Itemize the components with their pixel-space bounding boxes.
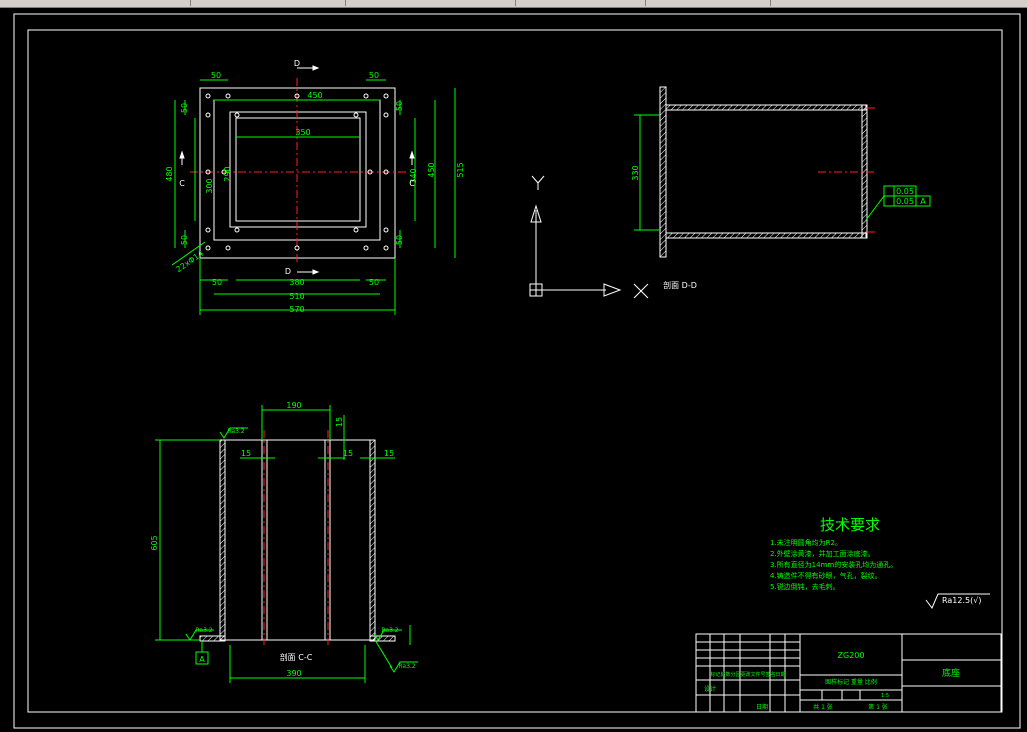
tolerance-parallel: 0.05	[896, 197, 914, 206]
title-drawing-no: ZG200	[838, 651, 865, 660]
dim-left-50-bot: 50	[180, 235, 189, 245]
toolbar-segment[interactable]	[515, 0, 646, 6]
section-d-bottom-wall	[665, 232, 867, 239]
section-d-flange	[659, 86, 667, 258]
dim-top-50-right: 50	[369, 71, 379, 80]
section-d-top-wall	[665, 104, 867, 111]
dim-15-b: 15	[343, 449, 353, 458]
roughness-4: Ra3.2	[398, 663, 415, 670]
dim-left-300: 300	[205, 178, 214, 193]
dim-right-50-bot: 50	[395, 235, 404, 245]
title-design: 设计	[704, 685, 716, 693]
section-mark-bottom: D	[285, 267, 291, 276]
title-date: 日期	[756, 703, 768, 711]
title-sheet-right: 第 1 张	[868, 703, 888, 711]
dim-bot-50-right: 50	[369, 278, 379, 287]
dim-bot-380: 380	[289, 278, 304, 287]
dim-bot-50-left: 50	[212, 278, 222, 287]
roughness-1: Ra3.2	[227, 428, 244, 435]
section-d-label: 剖面 D-D	[663, 280, 697, 290]
title-scale-header: 图样标记 重量 比例	[825, 678, 877, 686]
dim-330: 330	[631, 165, 640, 180]
section-c-left-wall	[219, 439, 226, 641]
section-mark-left: C	[179, 179, 185, 188]
drawing-outer-frame	[13, 13, 1021, 729]
toolbar-segment[interactable]	[190, 0, 346, 6]
dim-right-515: 515	[456, 162, 465, 177]
ucs-icon	[529, 175, 649, 299]
window-toolbar-strip	[0, 0, 1027, 8]
dim-510: 510	[289, 292, 304, 301]
section-c-datum: A	[199, 655, 205, 664]
dim-right-450: 450	[427, 162, 436, 177]
section-c-view: 190 15 15 15 15 605 390 Ra3.2 Ra3.2 Ra3.…	[150, 401, 418, 683]
dim-350: 350	[295, 128, 310, 137]
dim-right-50-top: 50	[395, 101, 404, 111]
dim-390: 390	[286, 669, 301, 678]
drawing-border	[27, 29, 1003, 713]
dim-450: 450	[307, 91, 322, 100]
tolerance-datum: A	[920, 197, 926, 206]
cad-drawing-canvas[interactable]: 50 50 450 350 50 480 300 50 50 340 450 5…	[0, 8, 1027, 732]
dim-left-480: 480	[165, 166, 174, 181]
toolbar-segment[interactable]	[0, 0, 191, 6]
toolbar-segment[interactable]	[345, 0, 516, 6]
plan-view: 50 50 450 350 50 480 300 50 50 340 450 5…	[165, 59, 465, 315]
toolbar-segment[interactable]	[645, 0, 771, 6]
tech-item-1: 1.未注明圆角均为R2。	[770, 538, 842, 547]
title-ratio: 1:5	[881, 693, 889, 699]
tech-title: 技术要求	[820, 516, 880, 534]
section-c-bottom-flange-right	[369, 635, 396, 642]
technical-requirements: 技术要求 1.未注明圆角均为R2。 2.外壁涂黄漆，并加工面涂底漆。 3.所有直…	[770, 516, 990, 609]
dim-290: 290	[223, 166, 232, 181]
section-c-bottom-flange-left	[199, 635, 226, 642]
section-mark-right: C	[409, 179, 415, 188]
title-sheet-left: 共 1 张	[813, 703, 833, 711]
tech-item-2: 2.外壁涂黄漆，并加工面涂底漆。	[770, 549, 875, 558]
dim-15-top: 15	[335, 417, 344, 427]
tech-item-4: 4.铸造件不得有砂眼，气孔，裂纹。	[770, 571, 882, 580]
tech-item-3: 3.所有直径为14mm的安装孔均为通孔。	[770, 560, 897, 569]
tolerance-flatness: 0.05	[896, 187, 914, 196]
section-mark-top: D	[294, 59, 300, 68]
dim-15-a: 15	[241, 449, 251, 458]
tech-item-5: 5.锐边倒钝，去毛刺。	[770, 582, 840, 591]
dim-15-c: 15	[384, 449, 394, 458]
section-c-label: 剖面 C-C	[280, 652, 313, 662]
title-revision-row: 标记处数分区更改文件号签名日期	[710, 671, 785, 678]
section-c-right-wall	[369, 439, 376, 641]
dim-605: 605	[150, 535, 159, 550]
dim-left-50-top: 50	[180, 103, 189, 113]
title-block: ZG200 底座 图样标记 重量 比例 1:5 共 1 张 第 1 张 标记处数…	[695, 633, 1002, 713]
dim-570: 570	[289, 305, 304, 314]
dim-190: 190	[286, 401, 301, 410]
title-part-name: 底座	[942, 667, 960, 679]
tech-roughness: Ra12.5(√)	[942, 596, 981, 605]
dim-top-50-left: 50	[211, 71, 221, 80]
section-d-view: 330 0.05 0.05 A 剖面 D-D	[631, 86, 931, 290]
